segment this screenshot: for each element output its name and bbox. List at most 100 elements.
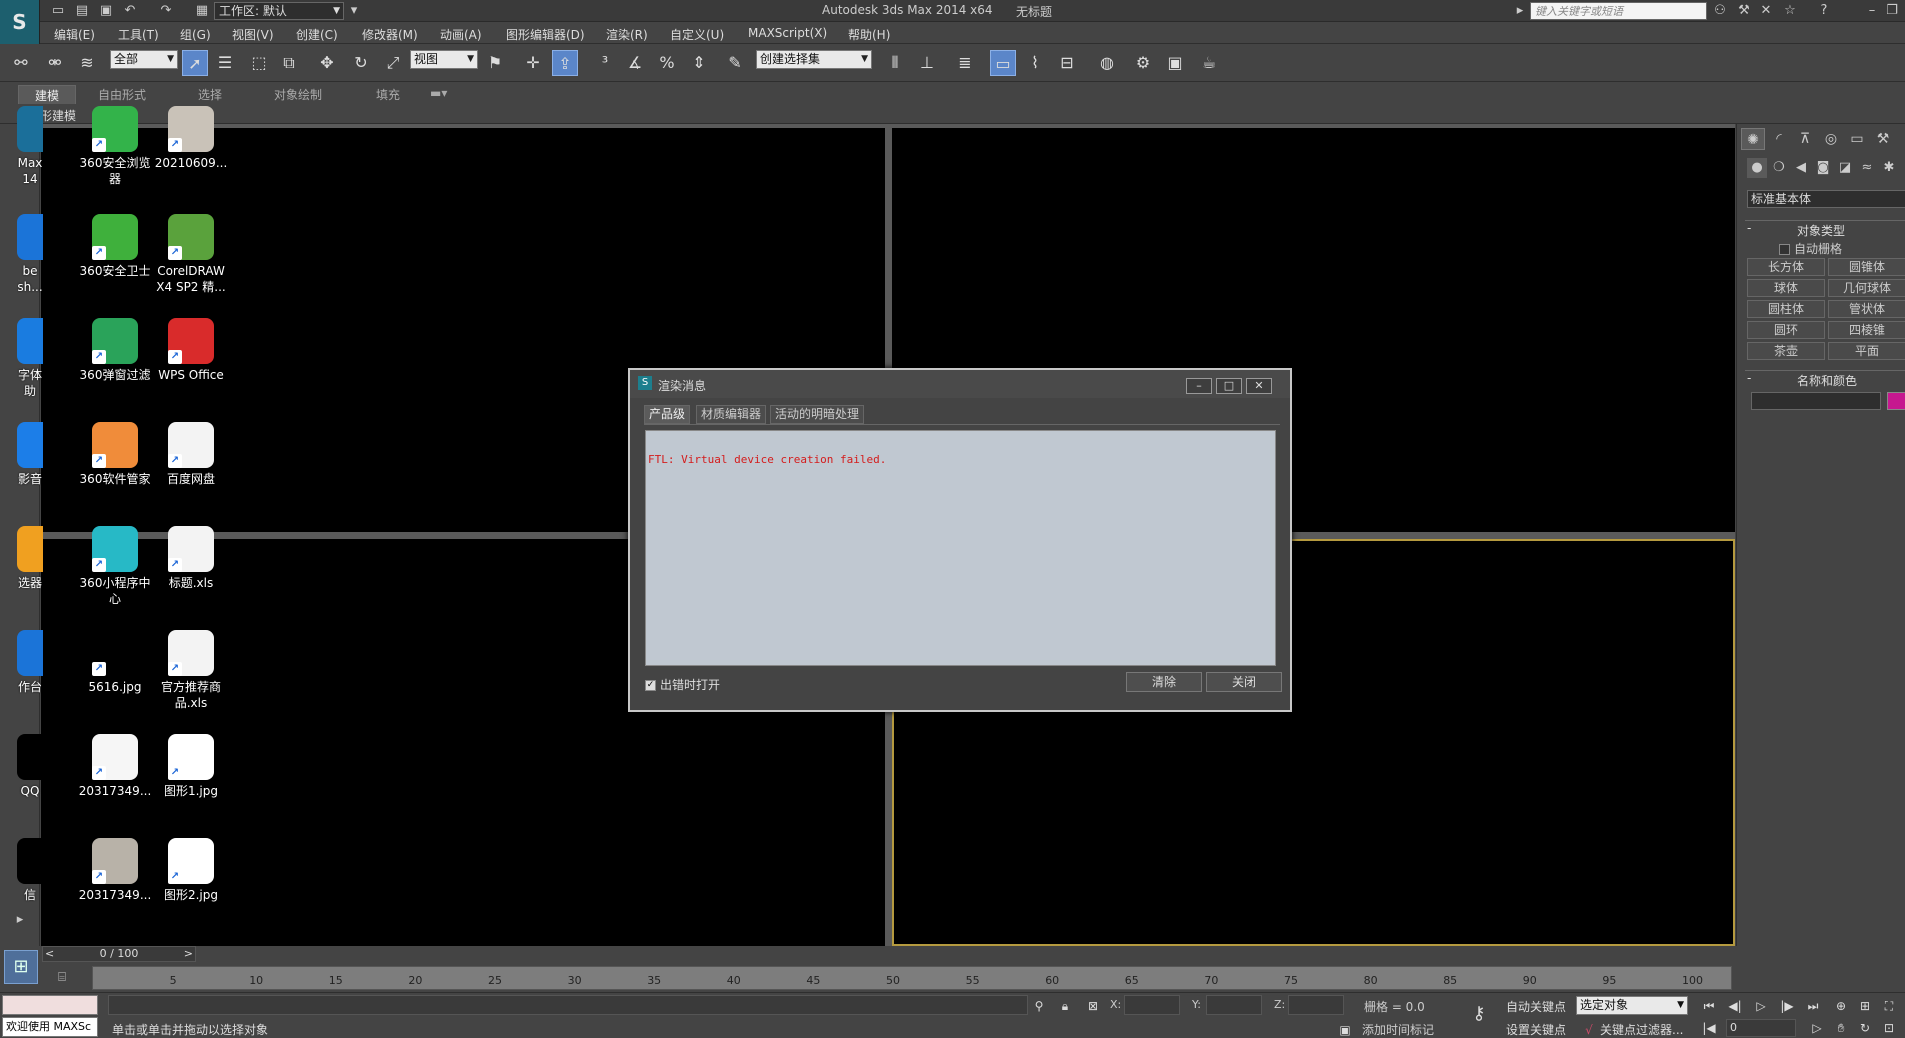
curve-editor-icon[interactable]: ⌇ [1022, 50, 1048, 76]
x-coordinate-input[interactable] [1124, 995, 1180, 1015]
tab-populate[interactable]: 填充 [376, 86, 400, 103]
time-slider[interactable]: < 0 / 100 > [42, 946, 196, 962]
shapes-icon[interactable]: ❍ [1769, 158, 1789, 178]
desktop-icon[interactable]: ↗ 360安全卫士 [77, 214, 153, 279]
chevron-down-icon[interactable]: ▾ [346, 3, 362, 19]
torus-button[interactable]: 圆环 [1747, 321, 1825, 339]
desktop-icon[interactable]: 作台 [17, 630, 43, 695]
next-frame-icon[interactable]: |▶ [1778, 997, 1796, 1015]
menu-tools[interactable]: 工具(T) [118, 26, 159, 43]
helpers-icon[interactable]: ◪ [1835, 158, 1855, 178]
desktop-icon[interactable]: ↗ 360软件管家 [77, 422, 153, 487]
ribbon-options-icon[interactable]: ▬▾ [430, 86, 447, 100]
selection-filter-dropdown[interactable]: 全部 ▼ [110, 50, 178, 69]
open-on-error-checkbox[interactable]: ✓ 出错时打开 [645, 676, 720, 693]
select-object-icon[interactable]: ➚ [182, 50, 208, 76]
expand-arrow-icon[interactable]: ▸ [1512, 3, 1528, 19]
close-button[interactable]: 关闭 [1206, 672, 1282, 692]
mini-curve-editor-icon[interactable]: ⌸ [54, 970, 70, 986]
cameras-icon[interactable]: ◙ [1813, 158, 1833, 178]
dialog-close-icon[interactable]: ✕ [1246, 378, 1272, 394]
desktop-icon[interactable]: ↗ 360弹窗过滤 [77, 318, 153, 383]
pivot-point-center-icon[interactable]: ⚑ [482, 50, 508, 76]
geometry-icon[interactable]: ● [1747, 158, 1767, 178]
bind-space-warp-icon[interactable]: ≋ [74, 50, 100, 76]
current-frame-input[interactable]: 0 [1726, 1019, 1796, 1037]
auto-key-button[interactable]: 自动关键点 [1506, 998, 1566, 1015]
dialog-maximize-icon[interactable]: □ [1216, 378, 1242, 394]
key-filter-curve-icon[interactable]: √ [1580, 1021, 1598, 1038]
communication-center-icon[interactable]: ⚒ [1736, 3, 1752, 19]
open-file-icon[interactable]: ▤ [74, 3, 90, 19]
motion-tab-icon[interactable]: ◎ [1819, 128, 1843, 150]
favorites-star-icon[interactable]: ☆ [1782, 3, 1798, 19]
help-icon[interactable]: ? [1816, 3, 1832, 19]
zoom-extents-icon[interactable]: ⊞ [1856, 997, 1874, 1015]
display-tab-icon[interactable]: ▭ [1845, 128, 1869, 150]
desktop-icon[interactable]: ↗ 20317349... [77, 734, 153, 799]
tab-activeshade[interactable]: 活动的明暗处理 [770, 405, 865, 424]
key-mode-selection-dropdown[interactable]: 选定对象 ▼ [1576, 996, 1688, 1015]
mirror-icon[interactable]: ⫴ [882, 50, 908, 76]
go-to-start-icon[interactable]: ⏮︎ [1700, 997, 1718, 1015]
new-file-icon[interactable]: ▭ [50, 3, 66, 19]
desktop-icon[interactable]: 选器 [17, 526, 43, 591]
absolute-mode-icon[interactable]: ⊠ [1084, 997, 1102, 1015]
desktop-icon[interactable]: ↗ 5616.jpg [77, 630, 153, 695]
menu-edit[interactable]: 编辑(E) [54, 26, 95, 43]
workspace-dropdown[interactable]: 工作区: 默认 ▼ [214, 2, 344, 20]
desktop-icon[interactable]: ↗ 图形1.jpg [153, 734, 229, 799]
autogrid-checkbox[interactable]: 自动栅格 [1779, 240, 1842, 257]
window-crossing-icon[interactable]: ⧉ [276, 50, 302, 76]
toggle-ribbon-icon[interactable]: ▭ [990, 50, 1016, 76]
hierarchy-tab-icon[interactable]: ⊼ [1793, 128, 1817, 150]
reference-coordinate-dropdown[interactable]: 视图 ▼ [410, 50, 478, 69]
menu-maxscript[interactable]: MAXScript(X) [748, 26, 827, 40]
tab-material-editor[interactable]: 材质编辑器 [696, 405, 767, 424]
desktop-icon[interactable]: QQ [17, 734, 43, 799]
desktop-icon[interactable]: 信 [17, 838, 43, 903]
project-folder-icon[interactable]: ▦ [194, 3, 210, 19]
tab-production[interactable]: 产品级 [644, 405, 691, 424]
previous-frame-icon[interactable]: ◀| [1726, 997, 1744, 1015]
select-scale-icon[interactable]: ⤢ [380, 50, 406, 76]
welcome-message[interactable]: 欢迎使用 MAXSc [2, 1017, 98, 1037]
menu-graph-editors[interactable]: 图形编辑器(D) [506, 26, 585, 43]
render-setup-icon[interactable]: ⚙ [1130, 50, 1156, 76]
desktop-icon[interactable]: be sh... [17, 214, 43, 295]
go-to-end-icon[interactable]: ⏭︎ [1804, 997, 1822, 1015]
link-icon[interactable]: ⚯ [8, 50, 34, 76]
y-coordinate-input[interactable] [1206, 995, 1262, 1015]
modify-tab-icon[interactable]: ◜ [1767, 128, 1791, 150]
save-icon[interactable]: ▣ [98, 3, 114, 19]
menu-create[interactable]: 创建(C) [296, 26, 338, 43]
rectangular-selection-icon[interactable]: ⬚ [246, 50, 272, 76]
object-type-rollout[interactable]: - 对象类型 [1745, 220, 1905, 238]
lock-selection-icon[interactable]: ⚲ [1030, 997, 1048, 1015]
zoom-icon[interactable]: ⊕ [1832, 997, 1850, 1015]
binoculars-icon[interactable]: ⚇ [1712, 3, 1728, 19]
teapot-button[interactable]: 茶壶 [1747, 342, 1825, 360]
key-filters-button[interactable]: 关键点过滤器... [1600, 1021, 1683, 1038]
tube-button[interactable]: 管状体 [1828, 300, 1905, 318]
desktop-icon[interactable]: ↗ 20317349... [77, 838, 153, 903]
layer-manager-icon[interactable]: ≣ [952, 50, 978, 76]
select-manipulate-icon[interactable]: ✛ [520, 50, 546, 76]
geometry-category-dropdown[interactable]: 标准基本体 [1747, 190, 1905, 208]
tab-selection[interactable]: 选择 [198, 86, 222, 103]
maximize-toggle-icon[interactable]: ⊡ [1880, 1019, 1898, 1037]
select-rotate-icon[interactable]: ↻ [348, 50, 374, 76]
add-time-tag-label[interactable]: 添加时间标记 [1362, 1021, 1434, 1038]
spinner-snap-icon[interactable]: ⇕ [686, 50, 712, 76]
desktop-icon[interactable]: ↗ 图形2.jpg [153, 838, 229, 903]
angle-snap-icon[interactable]: ∡ [622, 50, 648, 76]
rendered-frame-window-icon[interactable]: ▣ [1162, 50, 1188, 76]
material-editor-icon[interactable]: ◍ [1094, 50, 1120, 76]
select-move-icon[interactable]: ✥ [314, 50, 340, 76]
space-warps-icon[interactable]: ≈ [1857, 158, 1877, 178]
desktop-icon[interactable]: ↗ WPS Office [153, 318, 229, 383]
desktop-icon[interactable]: 影音 [17, 422, 43, 487]
sphere-button[interactable]: 球体 [1747, 279, 1825, 297]
menu-views[interactable]: 视图(V) [232, 26, 274, 43]
dialog-minimize-icon[interactable]: – [1186, 378, 1212, 394]
